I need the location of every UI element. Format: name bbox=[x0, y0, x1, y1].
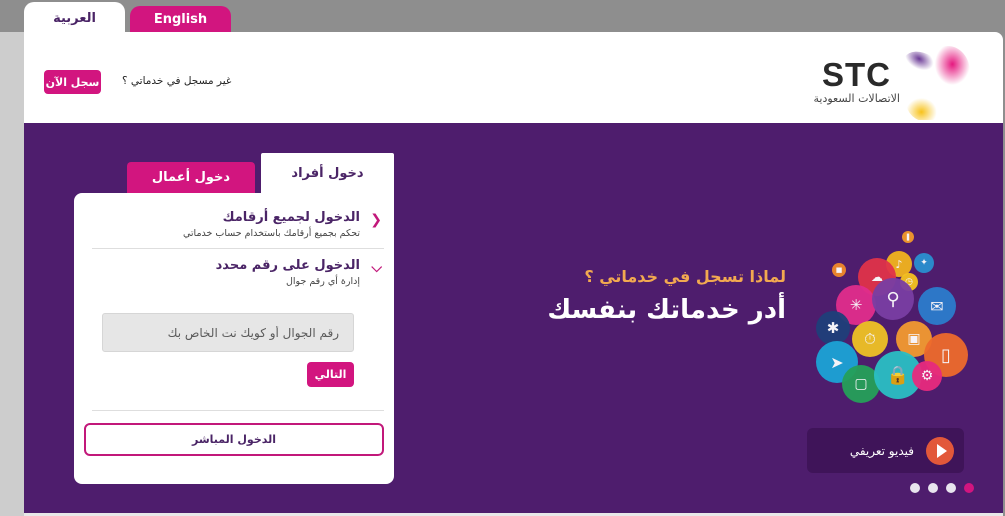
option-title: الدخول على رقم محدد bbox=[215, 258, 360, 273]
slide-dot-active[interactable] bbox=[964, 483, 974, 493]
option-title: الدخول لجميع أرقامك bbox=[222, 210, 360, 225]
direct-login-button[interactable]: الدخول المباشر bbox=[84, 423, 384, 456]
page-margin-left bbox=[0, 32, 24, 516]
next-button[interactable]: التالي bbox=[307, 362, 354, 387]
divider bbox=[92, 410, 384, 411]
register-prompt: غير مسجل في خدماتي ؟ bbox=[122, 75, 232, 87]
mail-bubble-icon: ✉ bbox=[918, 287, 956, 325]
slider-pagination bbox=[910, 483, 974, 493]
intro-video-button[interactable]: فيديو تعريفي bbox=[807, 428, 964, 473]
register-now-button[interactable]: سجل الآن bbox=[44, 70, 101, 94]
divider bbox=[92, 248, 384, 249]
option-subtitle: تحكم بجميع أرقامك باستخدام حساب خدماتي bbox=[183, 228, 360, 239]
main-banner: دخول أعمال دخول أفراد ❮ الدخول لجميع أرق… bbox=[24, 123, 1003, 513]
location-bubble-icon: ⚲ bbox=[872, 278, 914, 320]
puzzle-bubble-icon: ✱ bbox=[816, 311, 850, 345]
logo-subtitle: الاتصالات السعودية bbox=[813, 92, 900, 105]
promo-question: لماذا تسجل في خدماتي ؟ bbox=[584, 267, 786, 286]
chevron-down-icon: ⌵ bbox=[371, 260, 382, 276]
play-icon bbox=[926, 436, 954, 465]
pause-bubble-icon: ❚ bbox=[902, 231, 914, 243]
tab-individual-login[interactable]: دخول أفراد bbox=[261, 153, 394, 193]
gear-bubble-icon: ⚙ bbox=[912, 361, 942, 391]
chevron-left-icon: ❮ bbox=[370, 212, 382, 228]
language-tab-arabic[interactable]: العربية bbox=[24, 2, 125, 34]
option-subtitle: إدارة أي رقم جوال bbox=[286, 276, 360, 287]
bird-bubble-icon: ✦ bbox=[914, 253, 934, 273]
slide-dot[interactable] bbox=[946, 483, 956, 493]
phone-number-input[interactable] bbox=[102, 313, 354, 352]
slide-dot[interactable] bbox=[910, 483, 920, 493]
header: سجل الآن غير مسجل في خدماتي ؟ STC الاتصا… bbox=[24, 32, 1003, 123]
tab-business-login[interactable]: دخول أعمال bbox=[127, 162, 255, 193]
small-dot-icon: ■ bbox=[832, 263, 846, 277]
stopwatch-bubble-icon: ⏱ bbox=[852, 321, 888, 357]
stc-logo[interactable]: STC الاتصالات السعودية bbox=[792, 42, 972, 120]
slide-dot[interactable] bbox=[928, 483, 938, 493]
language-tab-english[interactable]: English bbox=[130, 6, 231, 32]
promo-headline: أدر خدماتك بنفسك bbox=[547, 295, 786, 325]
login-option-all-numbers[interactable]: ❮ الدخول لجميع أرقامك تحكم بجميع أرقامك … bbox=[92, 210, 382, 239]
services-illustration: ♪ ❚ ✦ ☁ ■ ◷ ✳ ⚲ ✉ ✱ ⏱ ▣ ▯ ➤ ▢ 🔒 ⚙ bbox=[802, 223, 982, 408]
logo-brand-text: STC bbox=[822, 56, 891, 93]
login-card: ❮ الدخول لجميع أرقامك تحكم بجميع أرقامك … bbox=[74, 193, 394, 484]
login-option-specific-number[interactable]: ⌵ الدخول على رقم محدد إدارة أي رقم جوال bbox=[92, 258, 382, 287]
stc-logo-mark-icon bbox=[904, 46, 970, 120]
video-label: فيديو تعريفي bbox=[849, 443, 914, 458]
